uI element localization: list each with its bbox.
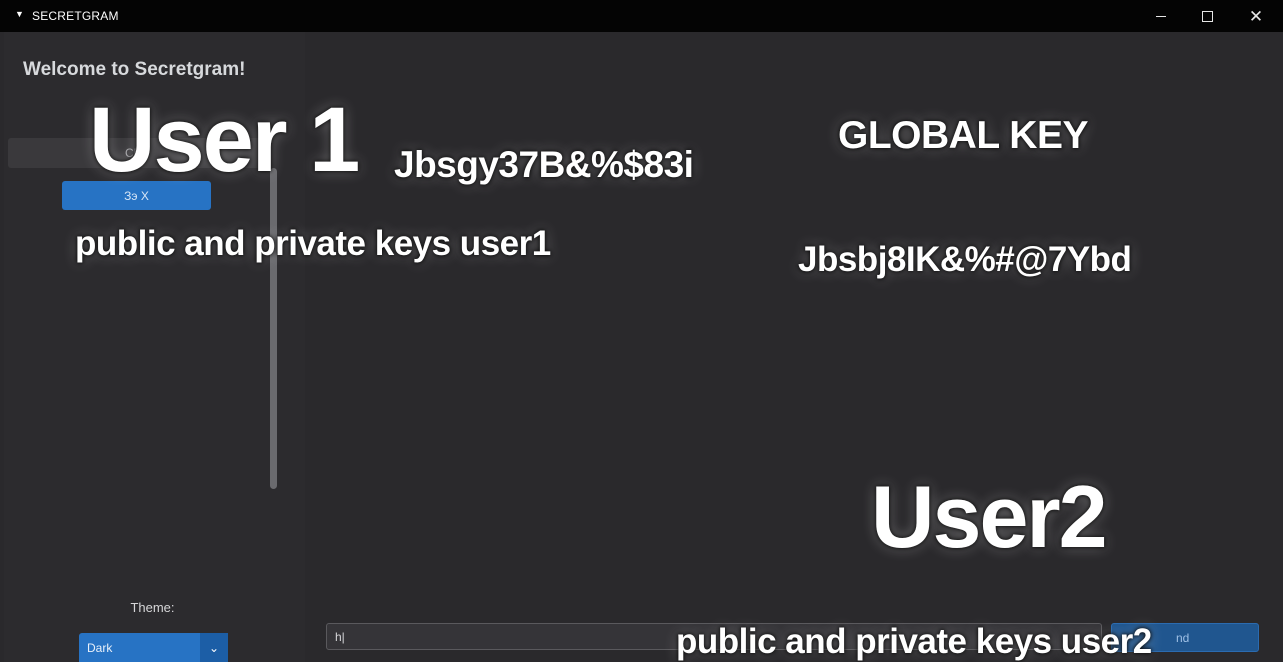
minimize-icon — [1156, 15, 1166, 17]
title-bar: ▼ SECRETGRAM ✕ — [0, 0, 1283, 32]
overlay-user1-title: User 1 — [89, 89, 360, 191]
triangle-down-icon[interactable]: ▼ — [15, 9, 24, 19]
overlay-user1-caption: public and private keys user1 — [75, 224, 551, 263]
maximize-button[interactable] — [1184, 0, 1230, 32]
chat-main-area: h| nd — [305, 32, 1283, 662]
maximize-icon — [1201, 10, 1213, 22]
overlay-user2-title: User2 — [871, 467, 1108, 566]
theme-select[interactable]: Dark ⌄ — [79, 633, 228, 662]
theme-select-value: Dark — [87, 641, 113, 655]
window-title: SECRETGRAM — [32, 9, 119, 23]
overlay-global-key-value: Jbsbj8IK&%#@7Ybd — [798, 240, 1132, 279]
overlay-user1-key: Jbsgy37B&%$83i — [394, 144, 694, 185]
welcome-heading: Welcome to Secretgram! — [23, 59, 246, 80]
app-window: ▼ SECRETGRAM ✕ Welcome to Secretgram! Ch… — [0, 0, 1283, 662]
send-button-label: nd — [1176, 631, 1190, 645]
overlay-user2-caption: public and private keys user2 — [676, 622, 1152, 661]
close-icon: ✕ — [1248, 6, 1264, 26]
minimize-button[interactable] — [1138, 0, 1184, 32]
chevron-down-icon[interactable]: ⌄ — [200, 633, 228, 662]
close-button[interactable]: ✕ — [1233, 0, 1279, 32]
theme-label: Theme: — [130, 600, 175, 615]
overlay-global-key-title: GLOBAL KEY — [838, 114, 1088, 157]
sidebar-scrollbar[interactable] — [270, 168, 277, 489]
